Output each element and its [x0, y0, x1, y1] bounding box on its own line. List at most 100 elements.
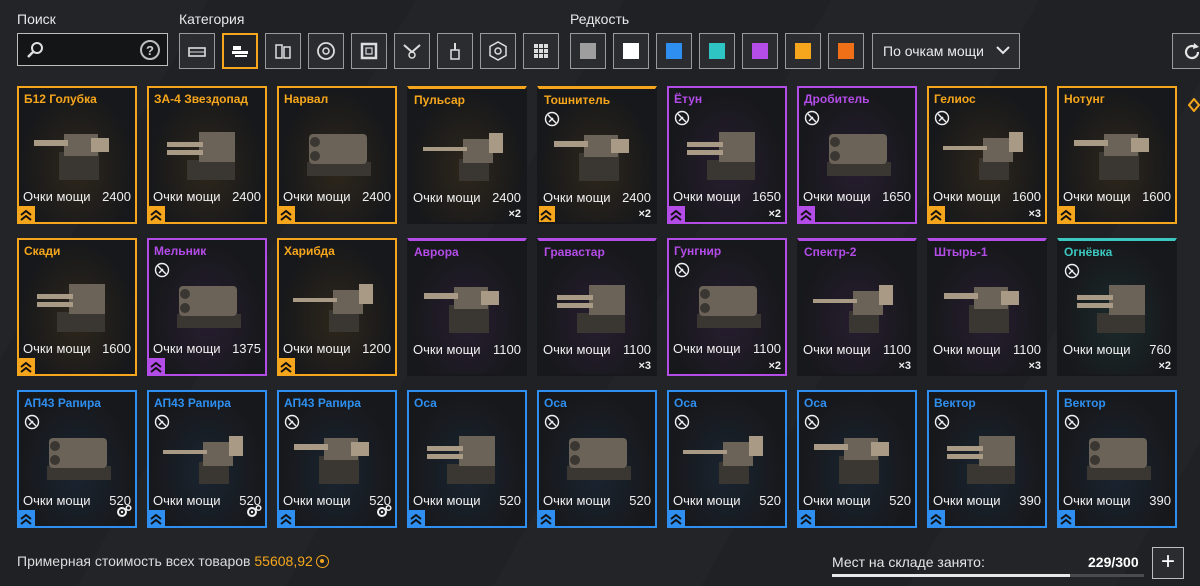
- item-card[interactable]: Дробитель Очки мощи 1650: [797, 86, 917, 224]
- weapon-image: [419, 113, 519, 193]
- item-name: Аврора: [414, 245, 459, 259]
- item-card[interactable]: Скади Очки мощи 1600: [17, 238, 137, 376]
- item-name: Харибда: [284, 244, 335, 258]
- item-name: Штырь-1: [934, 245, 988, 259]
- item-card[interactable]: Оса Очки мощи 520: [407, 390, 527, 528]
- upgrade-level-icon: [19, 206, 35, 222]
- power-value: 2400: [622, 190, 651, 205]
- sort-dropdown[interactable]: По очкам мощи: [872, 33, 1020, 69]
- upgrade-level-icon: [929, 510, 945, 526]
- item-card[interactable]: АП43 Рапира Очки мощи 520: [277, 390, 397, 528]
- item-card[interactable]: Ётун Очки мощи 1650 ×2: [667, 86, 787, 224]
- power-label: Очки мощи: [153, 341, 221, 356]
- category-module-button[interactable]: [265, 33, 301, 69]
- item-card[interactable]: Штырь-1 Очки мощи 1100 ×3: [927, 238, 1047, 376]
- upgrade-level-icon: [19, 358, 35, 374]
- rarity-swatch: [623, 43, 639, 59]
- upgrade-level-icon: [799, 206, 815, 222]
- category-label: Категория: [179, 11, 245, 27]
- item-card[interactable]: ЗА-4 Звездопад Очки мощи 2400: [147, 86, 267, 224]
- no-craft-icon: [804, 414, 820, 435]
- item-card[interactable]: АП43 Рапира Очки мощи 520: [147, 390, 267, 528]
- upgrade-level-icon: [409, 510, 425, 526]
- power-label: Очки мощи: [1063, 342, 1131, 357]
- search-input[interactable]: ?: [17, 33, 168, 66]
- rarity-epic-button[interactable]: [742, 33, 778, 69]
- upgrade-level-icon: [539, 206, 555, 222]
- power-label: Очки мощи: [23, 341, 91, 356]
- gear-icon: [116, 504, 132, 523]
- item-card[interactable]: Тошнитель Очки мощи 2400 ×2: [537, 86, 657, 224]
- item-card[interactable]: Нарвал Очки мощи 2400: [277, 86, 397, 224]
- category-hardware-button[interactable]: [394, 33, 430, 69]
- item-card[interactable]: Мельник Очки мощи 1375: [147, 238, 267, 376]
- weapon-image: [419, 265, 519, 345]
- rarity-rare-white-button[interactable]: [613, 33, 649, 69]
- item-card[interactable]: Оса Очки мощи 520: [537, 390, 657, 528]
- item-card[interactable]: Гравастар Очки мощи 1100 ×3: [537, 238, 657, 376]
- item-card[interactable]: Оса Очки мощи 520: [797, 390, 917, 528]
- item-card[interactable]: АП43 Рапира Очки мощи 520: [17, 390, 137, 528]
- power-label: Очки мощи: [283, 341, 351, 356]
- no-craft-icon: [804, 110, 820, 131]
- rarity-special-button[interactable]: [656, 33, 692, 69]
- power-label: Очки мощи: [543, 342, 611, 357]
- item-card[interactable]: Пульсар Очки мощи 2400 ×2: [407, 86, 527, 224]
- rarity-legendary-button[interactable]: [785, 33, 821, 69]
- item-card[interactable]: Спектр-2 Очки мощи 1100 ×3: [797, 238, 917, 376]
- weapon-image: [939, 265, 1039, 345]
- item-card[interactable]: Оса Очки мощи 520: [667, 390, 787, 528]
- weapon-image: [549, 113, 649, 193]
- frame-icon: [360, 42, 378, 60]
- upgrade-level-icon: [149, 206, 165, 222]
- weapon-image: [29, 264, 129, 344]
- item-card[interactable]: Вектор Очки мощи 390: [927, 390, 1047, 528]
- item-card[interactable]: Вектор Очки мощи 390: [1057, 390, 1177, 528]
- item-name: Оса: [674, 396, 697, 410]
- module-icon: [275, 44, 291, 59]
- category-frame-button[interactable]: [351, 33, 387, 69]
- no-craft-icon: [934, 110, 950, 131]
- weapon-image: [809, 112, 909, 192]
- power-value: 520: [759, 493, 781, 508]
- item-card[interactable]: Харибда Очки мощи 1200: [277, 238, 397, 376]
- rarity-relic-button[interactable]: [828, 33, 864, 69]
- power-value: 1100: [623, 342, 651, 357]
- category-sticker-button[interactable]: [480, 33, 516, 69]
- item-card[interactable]: Аврора Очки мощи 1100: [407, 238, 527, 376]
- weapon-image: [29, 112, 129, 192]
- weapon-image: [679, 264, 779, 344]
- category-weapon-button[interactable]: [222, 33, 258, 69]
- no-craft-icon: [154, 414, 170, 435]
- power-value: 520: [889, 493, 911, 508]
- item-card[interactable]: Нотунг Очки мощи 1600: [1057, 86, 1177, 224]
- scroll-indicator-icon[interactable]: [1188, 98, 1200, 112]
- category-all-button[interactable]: [523, 33, 559, 69]
- expand-storage-button[interactable]: +: [1152, 547, 1184, 579]
- rarity-common-button[interactable]: [570, 33, 606, 69]
- rarity-label: Редкость: [570, 11, 630, 27]
- item-card[interactable]: Огнёвка Очки мощи 760 ×2: [1057, 238, 1177, 376]
- item-card[interactable]: Гунгнир Очки мощи 1100 ×2: [667, 238, 787, 376]
- rarity-epic-teal-button[interactable]: [699, 33, 735, 69]
- upgrade-level-icon: [149, 358, 165, 374]
- item-card[interactable]: Б12 Голубка Очки мощи 2400: [17, 86, 137, 224]
- item-card[interactable]: Гелиос Очки мощи 1600 ×3: [927, 86, 1047, 224]
- category-cabin-button[interactable]: [179, 33, 215, 69]
- item-name: Спектр-2: [804, 245, 857, 259]
- item-name: Вектор: [1064, 396, 1106, 410]
- item-name: Пульсар: [414, 93, 465, 107]
- upgrade-level-icon: [669, 206, 685, 222]
- item-quantity: ×3: [898, 360, 911, 372]
- refresh-button[interactable]: [1172, 33, 1200, 69]
- help-icon[interactable]: ?: [140, 40, 160, 60]
- category-paint-button[interactable]: [437, 33, 473, 69]
- category-wheel-button[interactable]: [308, 33, 344, 69]
- item-quantity: ×2: [1158, 360, 1171, 372]
- power-value: 2400: [492, 190, 521, 205]
- item-name: АП43 Рапира: [154, 396, 231, 410]
- weapon-image: [679, 416, 779, 496]
- weapon-image: [419, 416, 519, 496]
- item-name: Оса: [544, 396, 567, 410]
- upgrade-level-icon: [19, 510, 35, 526]
